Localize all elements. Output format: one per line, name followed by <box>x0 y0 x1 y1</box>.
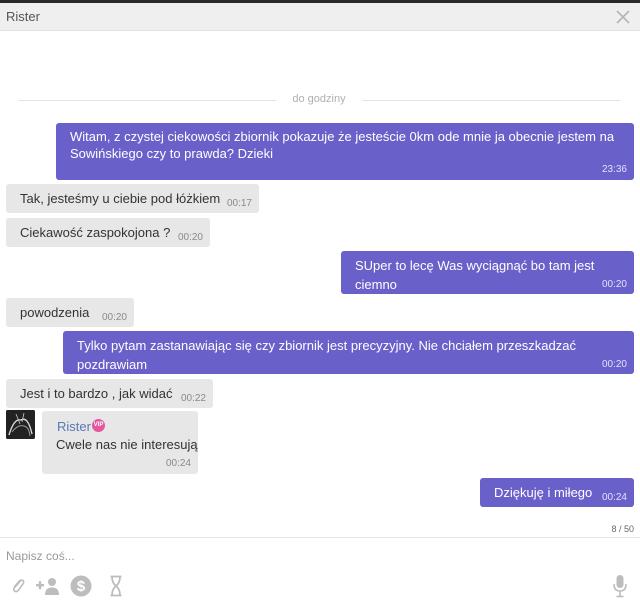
message-incoming: Jest i to bardzo , jak widać 00:22 <box>6 379 213 408</box>
message-input[interactable]: Napisz coś... <box>6 549 566 565</box>
message-text: Jest i to bardzo , jak widać <box>20 386 173 401</box>
title-bar: Rister <box>0 3 640 31</box>
message-text: Tak, jesteśmy u ciebie pod łóżkiem <box>20 191 221 206</box>
window-title: Rister <box>6 9 40 24</box>
message-time: 00:24 <box>601 492 627 503</box>
time-divider: do godziny <box>18 92 620 108</box>
divider-line-left <box>18 100 276 101</box>
sender-name[interactable]: Rister <box>57 417 91 436</box>
message-text-line-2: Sowińskiego czy to prawda? Dzieki <box>70 146 274 161</box>
message-text: Cwele nas nie interesują <box>56 437 198 452</box>
vip-badge: VIP <box>92 419 105 432</box>
message-incoming: Ciekawość zaspokojona ? 00:20 <box>6 218 210 247</box>
message-outgoing: Tylko pytam zastanawiając się czy zbiorn… <box>63 331 634 374</box>
message-text: SUper to lecę Was wyciągnąć bo tam jest … <box>355 258 595 292</box>
divider-line-right <box>362 100 620 101</box>
message-outgoing: Dziękuję i miłego 00:24 <box>480 478 634 507</box>
composer-divider <box>0 537 640 538</box>
hourglass-icon[interactable] <box>109 575 123 597</box>
avatar[interactable] <box>6 410 35 439</box>
message-time: 00:17 <box>226 198 252 209</box>
message-time: 23:36 <box>601 164 627 175</box>
message-incoming: Tak, jesteśmy u ciebie pod łóżkiem 00:17 <box>6 184 259 213</box>
message-outgoing: SUper to lecę Was wyciągnąć bo tam jest … <box>341 251 634 294</box>
paperclip-icon[interactable] <box>9 576 27 596</box>
message-time: 00:20 <box>177 232 203 243</box>
message-incoming: powodzenia 00:20 <box>6 298 134 327</box>
microphone-icon[interactable] <box>612 574 628 598</box>
message-incoming-with-sender: Rister VIP Cwele nas nie interesują 00:2… <box>42 411 198 474</box>
message-time: 00:20 <box>601 359 627 370</box>
add-user-icon[interactable] <box>35 576 61 596</box>
message-outgoing: Witam, z czystej ciekowości zbiornik pok… <box>56 123 634 180</box>
character-counter: 8 / 50 <box>611 524 634 534</box>
message-text: Tylko pytam zastanawiając się czy zbiorn… <box>77 338 576 372</box>
dollar-icon[interactable]: $ <box>70 575 92 597</box>
avatar-image <box>6 410 35 439</box>
message-time: 00:20 <box>101 312 127 323</box>
message-time: 00:24 <box>165 458 191 469</box>
divider-label: do godziny <box>292 93 346 105</box>
message-text: powodzenia <box>20 305 90 320</box>
close-icon[interactable] <box>615 9 631 25</box>
message-time: 00:22 <box>180 393 206 404</box>
message-text: Dziękuję i miłego <box>494 485 593 500</box>
message-text: Ciekawość zaspokojona ? <box>20 225 171 240</box>
svg-text:$: $ <box>77 578 86 595</box>
message-time: 00:20 <box>601 279 627 290</box>
